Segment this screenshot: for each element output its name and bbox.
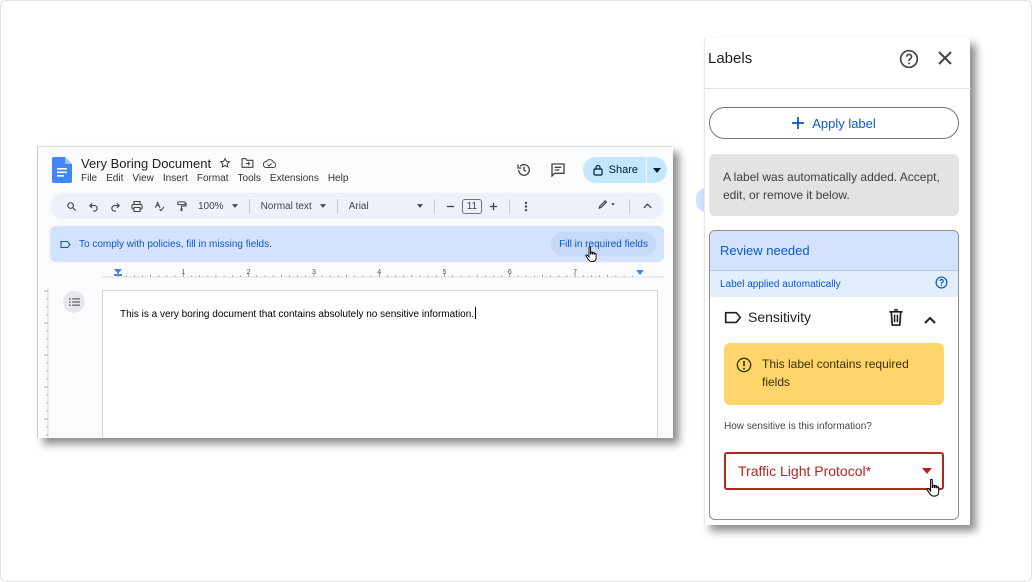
editing-toolbar: 100% Normal text Arial 11 — [50, 193, 664, 219]
horizontal-ruler[interactable]: 1 2 3 4 5 6 7 — [102, 268, 664, 280]
outline-list-icon — [68, 298, 80, 306]
docs-window: Very Boring Document File Edit View Inse… — [37, 146, 673, 438]
move-folder-icon[interactable] — [240, 156, 254, 170]
caret-down-icon — [416, 204, 423, 208]
warning-text: This label contains required fields — [762, 357, 909, 389]
document-outline-button[interactable] — [63, 291, 85, 313]
labels-panel-title: Labels — [708, 50, 753, 67]
document-body[interactable]: This is a very boring document that cont… — [120, 307, 477, 320]
menu-edit[interactable]: Edit — [106, 173, 123, 184]
lock-icon — [593, 164, 603, 176]
document-body-text: This is a very boring document that cont… — [120, 309, 475, 320]
ruler-number: 1 — [181, 269, 185, 276]
apply-label-text: Apply label — [812, 115, 876, 131]
sensitivity-question: How sensitive is this information? — [724, 421, 872, 432]
share-button-group: Share — [582, 157, 667, 183]
toolbar-divider — [509, 199, 511, 213]
ruler-number: 4 — [377, 269, 381, 276]
header-divider — [705, 88, 971, 89]
share-label: Share — [608, 164, 638, 176]
ruler-number: 2 — [247, 269, 251, 276]
spellcheck-icon[interactable] — [148, 200, 170, 212]
vertical-ruler[interactable] — [43, 287, 51, 438]
chevron-up-icon[interactable] — [924, 311, 936, 329]
text-cursor — [475, 307, 477, 319]
toolbar-divider — [336, 199, 338, 213]
font-select[interactable]: Arial — [343, 201, 429, 212]
document-page[interactable]: This is a very boring document that cont… — [102, 290, 658, 438]
ruler-number: 6 — [508, 269, 512, 276]
ruler-number: 3 — [312, 269, 316, 276]
sensitivity-label-row: Sensitivity — [724, 309, 811, 325]
font-size-input[interactable]: 11 — [461, 198, 483, 214]
docs-logo-icon — [52, 157, 72, 183]
increase-font-size-icon[interactable] — [482, 202, 504, 211]
auto-applied-row: Label applied automatically — [710, 271, 958, 297]
editing-mode-icon[interactable] — [598, 199, 616, 213]
font-value: Arial — [348, 200, 369, 212]
comments-icon[interactable] — [549, 161, 567, 179]
toolbar-divider — [248, 199, 250, 213]
redo-icon[interactable] — [104, 201, 126, 212]
info-help-icon[interactable] — [935, 276, 948, 292]
plus-icon — [792, 117, 805, 129]
auto-applied-text: Label applied automatically — [720, 278, 841, 290]
menu-format[interactable]: Format — [197, 173, 229, 184]
paragraph-style-select[interactable]: Normal text — [255, 201, 332, 212]
ruler-number: 5 — [443, 269, 447, 276]
star-icon[interactable] — [218, 156, 232, 170]
labels-panel: Labels Apply label A label was automatic… — [704, 38, 971, 525]
decrease-font-size-icon[interactable] — [440, 202, 462, 211]
share-dropdown-button[interactable] — [647, 157, 667, 183]
menu-extensions[interactable]: Extensions — [270, 173, 319, 184]
document-title[interactable]: Very Boring Document — [81, 156, 211, 171]
share-button[interactable]: Share — [583, 157, 646, 183]
menu-tools[interactable]: Tools — [238, 173, 261, 184]
select-value: Traffic Light Protocol* — [738, 463, 872, 479]
menu-help[interactable]: Help — [328, 173, 349, 184]
apply-label-button[interactable]: Apply label — [709, 107, 959, 139]
traffic-light-protocol-select[interactable]: Traffic Light Protocol* — [724, 452, 944, 490]
menu-view[interactable]: View — [132, 173, 154, 184]
required-fields-warning: This label contains required fields — [724, 343, 944, 405]
toolbar-divider — [433, 199, 435, 213]
label-tag-icon — [60, 240, 71, 248]
first-line-indent-marker[interactable] — [114, 274, 122, 276]
print-icon[interactable] — [126, 200, 148, 212]
menu-insert[interactable]: Insert — [163, 173, 188, 184]
undo-icon[interactable] — [82, 201, 104, 212]
zoom-value: 100% — [198, 200, 224, 212]
warning-icon — [736, 357, 752, 373]
search-menus-icon[interactable] — [60, 201, 82, 212]
caret-down-icon — [922, 468, 932, 474]
fill-required-fields-button[interactable]: Fill in required fields — [551, 232, 656, 256]
caret-down-icon — [319, 204, 326, 208]
sensitivity-label-name: Sensitivity — [748, 309, 812, 325]
auto-label-notice: A label was automatically added. Accept,… — [709, 154, 959, 216]
caret-down-icon — [653, 167, 661, 173]
zoom-select[interactable]: 100% — [192, 201, 244, 212]
review-card: Review needed Label applied automaticall… — [709, 230, 959, 520]
delete-icon[interactable] — [888, 309, 904, 331]
toolbar-divider — [629, 199, 630, 213]
review-needed-header: Review needed — [710, 231, 958, 271]
menu-file[interactable]: File — [81, 173, 97, 184]
more-options-icon[interactable] — [515, 201, 537, 212]
menu-bar: File Edit View Insert Format Tools Exten… — [81, 173, 348, 184]
cloud-status-icon[interactable] — [262, 156, 276, 170]
caret-down-icon — [231, 204, 238, 208]
policy-message: To comply with policies, fill in missing… — [79, 238, 272, 250]
close-icon[interactable] — [937, 50, 953, 71]
right-indent-marker[interactable] — [636, 270, 644, 275]
help-icon[interactable] — [899, 49, 919, 74]
version-history-icon[interactable] — [515, 161, 533, 179]
collapse-menus-icon[interactable] — [643, 201, 652, 212]
left-indent-marker[interactable] — [114, 269, 122, 274]
paint-format-icon[interactable] — [170, 200, 192, 212]
style-value: Normal text — [260, 200, 312, 212]
ruler-number: 7 — [573, 269, 577, 276]
policy-banner: To comply with policies, fill in missing… — [50, 226, 664, 262]
label-tag-icon — [724, 311, 742, 323]
